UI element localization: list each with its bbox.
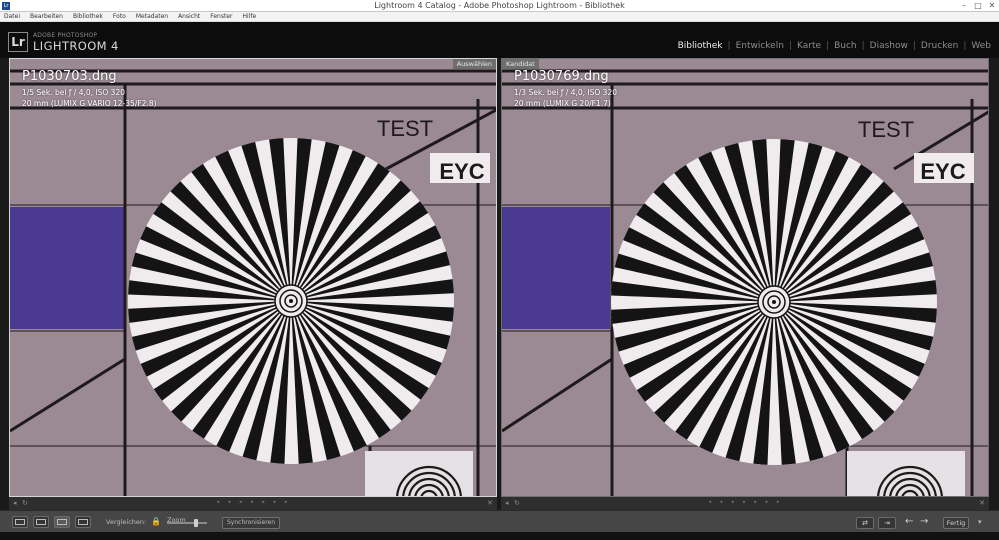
candidate-lens: 20 mm (LUMIX G 20/F1.7) (514, 99, 611, 108)
title-bar: Lr Lightroom 4 Catalog - Adobe Photoshop… (0, 0, 999, 12)
test-chart-photo-candidate: EYC TEST (502, 69, 988, 496)
eyc-label: EYC (920, 159, 965, 184)
pane-flag-icon[interactable]: ◂ (13, 499, 17, 508)
select-pane-close-icon[interactable]: ✕ (487, 499, 493, 508)
lightroom-logo: Lr (8, 32, 28, 52)
menu-metadata[interactable]: Metadaten (136, 12, 168, 21)
lock-icon[interactable]: 🔒 (151, 516, 161, 528)
survey-view-icon (78, 519, 88, 525)
module-separator: | (826, 41, 830, 51)
purple-patch (502, 207, 610, 329)
candidate-filename: P1030769.dng (514, 69, 609, 84)
menu-file[interactable]: Datei (4, 12, 20, 21)
previous-photo-button[interactable]: ← (905, 516, 913, 528)
menu-help[interactable]: Hilfe (243, 12, 257, 21)
toolbar-menu-chevron-icon[interactable]: ▾ (978, 516, 982, 528)
test-label: TEST (377, 116, 433, 141)
select-lens: 20 mm (LUMIX G VARIO 12-35/F2.8) (22, 99, 157, 108)
sync-button[interactable]: Synchronisieren (222, 517, 281, 529)
loupe-view-button[interactable] (33, 516, 49, 528)
next-photo-button[interactable]: → (920, 516, 928, 528)
star-center-dot (289, 299, 293, 303)
brand-product: LIGHTROOM 4 (33, 39, 119, 53)
swap-button[interactable]: ⇄ (856, 517, 874, 529)
compare-view-icon (57, 519, 67, 525)
compare-label: Vergleichen: (106, 518, 147, 526)
module-book[interactable]: Buch (834, 41, 857, 51)
library-toolbar: Vergleichen: 🔒 Zoom Synchronisieren ⇄ ⇥ … (0, 510, 999, 532)
select-pane-strip: ◂ ↻ • • • • • • • ✕ (9, 497, 497, 510)
select-exposure: 1/5 Sek. bei ƒ / 4,0, ISO 320 (22, 88, 125, 97)
brand-company: ADOBE PHOTOSHOP (33, 32, 98, 39)
module-separator: | (861, 41, 865, 51)
compare-view-button[interactable] (54, 516, 70, 528)
zoom-slider-knob[interactable] (194, 519, 198, 527)
select-filename: P1030703.dng (22, 69, 117, 84)
candidate-tag: Kandidat (502, 59, 539, 69)
candidate-pane-strip: ◂ ↻ • • • • • • • ✕ (501, 497, 989, 510)
zoom-slider-track[interactable] (167, 522, 207, 524)
module-develop[interactable]: Entwickeln (736, 41, 784, 51)
close-button[interactable]: ✕ (985, 0, 999, 12)
menu-edit[interactable]: Bearbeiten (30, 12, 63, 21)
eyc-label: EYC (439, 159, 484, 184)
pane-rotate-icon[interactable]: ↻ (514, 499, 520, 508)
module-slideshow[interactable]: Diashow (870, 41, 908, 51)
module-separator: | (912, 41, 916, 51)
menu-library[interactable]: Bibliothek (73, 12, 103, 21)
menu-photo[interactable]: Foto (113, 12, 126, 21)
pane-rating-dots[interactable]: • • • • • • • (708, 497, 782, 509)
menu-bar: Datei Bearbeiten Bibliothek Foto Metadat… (0, 12, 999, 22)
module-print[interactable]: Drucken (921, 41, 958, 51)
siemens-star (611, 139, 937, 465)
module-library[interactable]: Bibliothek (678, 41, 723, 51)
select-pane[interactable]: EYC TEST Auswählen P1030703.dng 1/5 Sek.… (9, 58, 497, 497)
menu-window[interactable]: Fenster (210, 12, 232, 21)
module-separator: | (727, 41, 731, 51)
module-separator: | (963, 41, 967, 51)
purple-patch (10, 207, 124, 329)
window-title: Lightroom 4 Catalog - Adobe Photoshop Li… (374, 1, 625, 10)
module-web[interactable]: Web (971, 41, 991, 51)
maximize-button[interactable]: □ (971, 0, 985, 12)
minimize-button[interactable]: – (957, 0, 971, 12)
lightroom-window: Lr Lightroom 4 Catalog - Adobe Photoshop… (0, 0, 999, 540)
pane-flag-icon[interactable]: ◂ (505, 499, 509, 508)
module-map[interactable]: Karte (797, 41, 821, 51)
done-button[interactable]: Fertig (943, 517, 969, 529)
siemens-star (128, 138, 454, 464)
zoom-label: Zoom (167, 516, 186, 524)
grid-view-button[interactable] (12, 516, 28, 528)
test-label: TEST (858, 117, 914, 142)
survey-view-button[interactable] (75, 516, 91, 528)
make-select-button[interactable]: ⇥ (878, 517, 896, 529)
star-center-dot (772, 300, 776, 304)
grid-view-icon (15, 519, 25, 525)
filmstrip-edge (0, 532, 999, 540)
pane-rotate-icon[interactable]: ↻ (22, 499, 28, 508)
menu-view[interactable]: Ansicht (178, 12, 200, 21)
candidate-pane[interactable]: EYC TEST Kandidat P1030769.dng 1/3 Sek. … (501, 58, 989, 497)
module-picker: Bibliothek | Entwickeln | Karte | Buch |… (678, 41, 991, 51)
select-tag: Auswählen (452, 59, 496, 69)
candidate-pane-close-icon[interactable]: ✕ (979, 499, 985, 508)
identity-header: Lr ADOBE PHOTOSHOP LIGHTROOM 4 Bibliothe… (0, 22, 999, 58)
test-chart-photo-select: EYC TEST (10, 69, 496, 496)
pane-rating-dots[interactable]: • • • • • • • (216, 497, 290, 509)
loupe-view-icon (36, 519, 46, 525)
candidate-exposure: 1/3 Sek. bei ƒ / 4,0, ISO 320 (514, 88, 617, 97)
module-separator: | (788, 41, 792, 51)
